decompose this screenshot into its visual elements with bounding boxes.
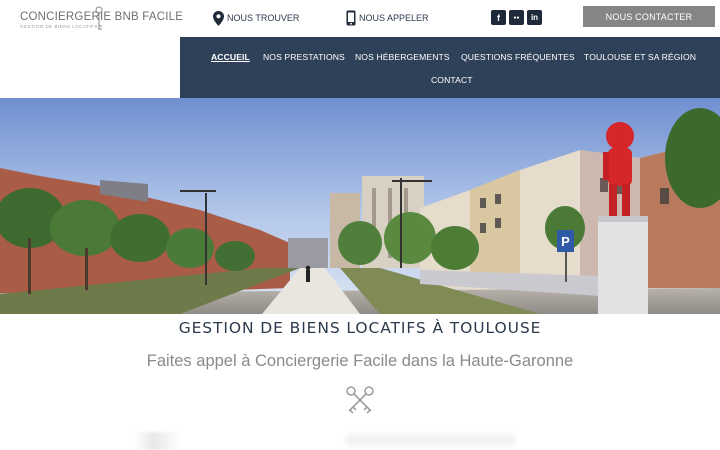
find-us-link[interactable]: NOUS TROUVER: [213, 10, 299, 26]
linkedin-icon[interactable]: in: [527, 10, 542, 25]
logo-tagline: GESTION DE BIENS LOCATIFS: [20, 24, 98, 29]
contact-us-button[interactable]: NOUS CONTACTER: [583, 6, 715, 27]
nav-item-accueil[interactable]: ACCUEIL: [211, 52, 250, 62]
parking-sign: P: [561, 234, 570, 249]
nav-item-toulouse[interactable]: TOULOUSE ET SA RÉGION: [584, 52, 696, 62]
nav-item-faq[interactable]: QUESTIONS FRÉQUENTES: [461, 52, 575, 62]
map-pin-icon: [213, 10, 224, 26]
social-links: f ●● in: [491, 10, 542, 25]
find-us-label: NOUS TROUVER: [227, 13, 300, 23]
nav-item-contact[interactable]: CONTACT: [431, 75, 473, 85]
site-logo[interactable]: CONCIERGERIE BNB FACILE GESTION DE BIENS…: [20, 6, 183, 32]
toulouse-street-illustration: P: [0, 98, 720, 314]
nav-item-prestations[interactable]: NOS PRESTATIONS: [263, 52, 345, 62]
top-bar: CONCIERGERIE BNB FACILE GESTION DE BIENS…: [0, 0, 720, 37]
faded-image-placeholder: [135, 432, 181, 450]
tripadvisor-icon[interactable]: ●●: [509, 10, 524, 25]
page-subheadline: Faites appel à Conciergerie Facile dans …: [146, 352, 574, 370]
main-nav: ACCUEIL NOS PRESTATIONS NOS HÉBERGEMENTS…: [180, 37, 720, 98]
page-headline: GESTION DE BIENS LOCATIFS À TOULOUSE: [178, 319, 542, 337]
call-us-link[interactable]: NOUS APPELER: [346, 10, 429, 26]
faded-text-placeholder: [345, 434, 515, 446]
crossed-keys-icon: [346, 386, 374, 414]
facebook-icon[interactable]: f: [491, 10, 506, 25]
nav-item-hebergements[interactable]: NOS HÉBERGEMENTS: [355, 52, 450, 62]
call-us-label: NOUS APPELER: [359, 13, 429, 23]
phone-icon: [346, 10, 356, 26]
hero-image: P: [0, 98, 720, 314]
